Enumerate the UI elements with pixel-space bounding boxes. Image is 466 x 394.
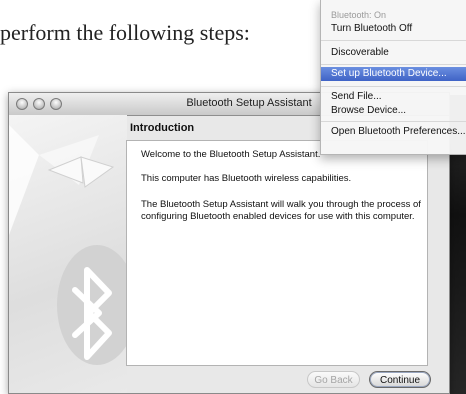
description-paragraph: The Bluetooth Setup Assistant will walk … xyxy=(141,199,421,222)
menu-separator xyxy=(321,64,466,65)
menu-separator xyxy=(321,121,466,122)
go-back-button[interactable]: Go Back xyxy=(307,371,360,388)
intro-content-panel: Welcome to the Bluetooth Setup Assistant… xyxy=(126,140,428,366)
menu-item-browse-device[interactable]: Browse Device... xyxy=(321,104,466,118)
menu-item-status: Bluetooth: On xyxy=(331,10,387,20)
menu-separator xyxy=(321,86,466,87)
document-instruction-text: perform the following steps: xyxy=(0,20,250,45)
menu-separator xyxy=(321,40,466,41)
bluetooth-menu: Bluetooth: On Turn Bluetooth Off Discove… xyxy=(320,0,466,155)
continue-button[interactable]: Continue xyxy=(369,371,431,388)
section-heading: Introduction xyxy=(130,122,195,134)
assistant-side-art xyxy=(9,115,137,393)
menu-item-setup-device[interactable]: Set up Bluetooth Device... xyxy=(321,67,466,81)
menu-item-open-preferences[interactable]: Open Bluetooth Preferences... xyxy=(321,125,466,139)
bluetooth-logo-icon xyxy=(57,245,137,365)
menu-item-turn-off[interactable]: Turn Bluetooth Off xyxy=(321,22,466,36)
menu-item-discoverable[interactable]: Discoverable xyxy=(321,46,466,60)
capabilities-paragraph: This computer has Bluetooth wireless cap… xyxy=(141,173,352,184)
menu-item-send-file[interactable]: Send File... xyxy=(321,90,466,104)
